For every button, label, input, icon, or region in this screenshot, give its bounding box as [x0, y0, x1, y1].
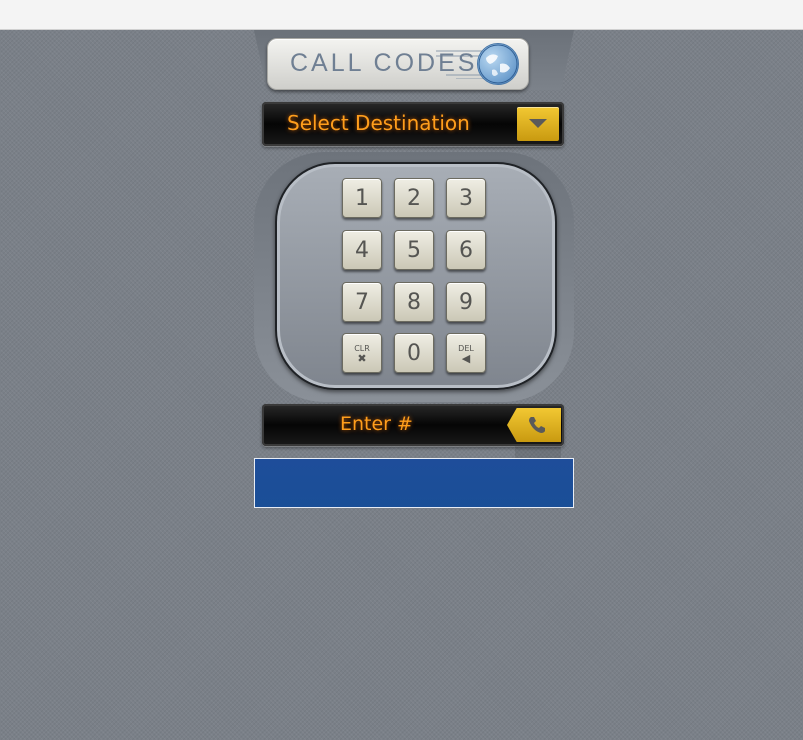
logo-text: CALL CODES [290, 49, 478, 77]
close-icon: ✖ [357, 352, 367, 365]
key-6[interactable]: 6 [446, 230, 486, 270]
chevron-down-icon[interactable] [517, 107, 559, 141]
call-button[interactable] [507, 408, 561, 442]
phone-icon [529, 417, 545, 433]
destination-label: Select Destination [287, 111, 470, 135]
key-1[interactable]: 1 [342, 178, 382, 218]
key-7[interactable]: 7 [342, 282, 382, 322]
delete-button[interactable]: DEL ◀ [446, 333, 486, 373]
key-0[interactable]: 0 [394, 333, 434, 373]
key-5[interactable]: 5 [394, 230, 434, 270]
clear-button[interactable]: CLR ✖ [342, 333, 382, 373]
key-8[interactable]: 8 [394, 282, 434, 322]
backspace-arrow-icon: ◀ [461, 352, 471, 365]
number-entry-field[interactable]: Enter # [262, 404, 564, 446]
key-9[interactable]: 9 [446, 282, 486, 322]
select-destination-dropdown[interactable]: Select Destination [262, 102, 564, 146]
entry-bar-tab [515, 446, 561, 458]
key-4[interactable]: 4 [342, 230, 382, 270]
call-codes-app: CALL CODES Select Destination 1 2 3 4 5 … [254, 30, 574, 508]
key-2[interactable]: 2 [394, 178, 434, 218]
globe-icon [477, 43, 519, 85]
logo: CALL CODES [267, 38, 529, 90]
key-3[interactable]: 3 [446, 178, 486, 218]
enter-number-label: Enter # [340, 413, 413, 435]
result-panel [254, 458, 574, 508]
browser-top-bar [0, 0, 803, 30]
